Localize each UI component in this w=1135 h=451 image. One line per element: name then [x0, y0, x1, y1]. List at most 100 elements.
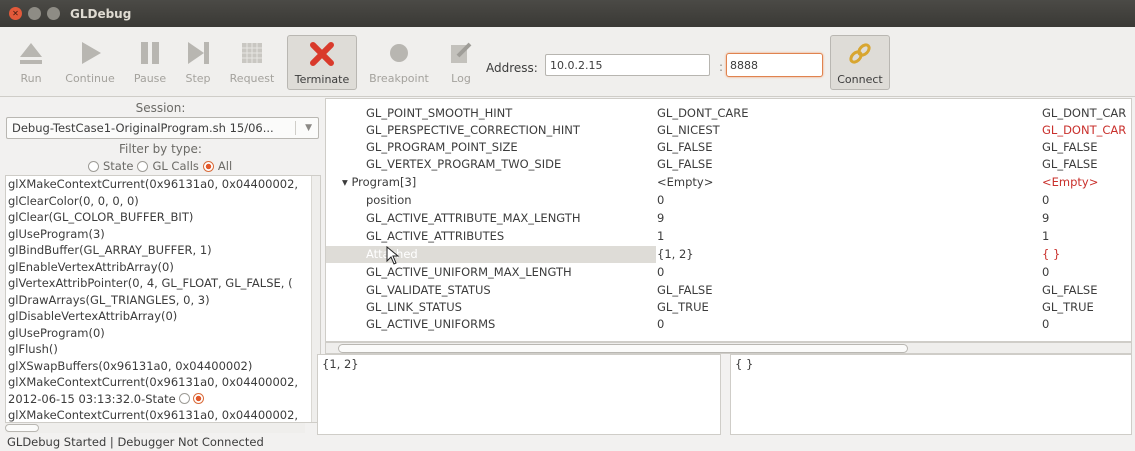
session-panel: Session: Debug-TestCase1-OriginalProgram…	[0, 98, 321, 434]
state-value: 9	[657, 211, 665, 225]
state-name: GL_ACTIVE_ATTRIBUTES	[366, 229, 505, 243]
list-item[interactable]: glUseProgram(3)	[6, 226, 320, 243]
eject-icon	[11, 38, 51, 68]
state-list-item[interactable]: 2012-06-15 03:13:32.0-State	[6, 391, 320, 408]
list-item[interactable]: glDrawArrays(GL_TRIANGLES, 0, 3)	[6, 292, 320, 309]
radio-all[interactable]	[202, 160, 214, 172]
port-input[interactable]	[726, 53, 823, 77]
state-name: GL_LINK_STATUS	[366, 300, 462, 314]
scroll-thumb[interactable]	[5, 424, 39, 432]
state-value: GL_DONT_CARE	[657, 106, 749, 120]
state-name: GL_POINT_SMOOTH_HINT	[366, 106, 513, 120]
state-value-compare: 9	[1042, 211, 1050, 225]
tree-row[interactable]: GL_LINK_STATUS GL_TRUE GL_TRUE	[326, 299, 1131, 316]
request-label: Request	[229, 72, 275, 85]
pause-label: Pause	[133, 72, 167, 85]
state-value-compare: 0	[1042, 317, 1050, 331]
step-button[interactable]: Step	[178, 35, 218, 90]
step-label: Step	[185, 72, 211, 85]
status-bar: GLDebug Started | Debugger Not Connected	[7, 435, 264, 449]
state-value-compare: GL_FALSE	[1042, 140, 1098, 154]
state-name: Program[3]	[351, 175, 417, 189]
tree-row[interactable]: GL_PERSPECTIVE_CORRECTION_HINT GL_NICEST…	[326, 122, 1131, 139]
tree-row[interactable]: GL_ACTIVE_UNIFORM_MAX_LENGTH 0 0	[326, 264, 1131, 281]
list-item[interactable]: glXMakeContextCurrent(0x96131a0, 0x04400…	[6, 374, 320, 391]
state-radio-off[interactable]	[178, 393, 190, 405]
list-item[interactable]: glClear(GL_COLOR_BUFFER_BIT)	[6, 209, 320, 226]
gl-calls-list[interactable]: glXMakeContextCurrent(0x96131a0, 0x04400…	[5, 175, 321, 423]
tree-row[interactable]: GL_VERTEX_PROGRAM_TWO_SIDE GL_FALSE GL_F…	[326, 156, 1131, 173]
breakpoint-label: Breakpoint	[369, 72, 429, 85]
scroll-thumb[interactable]	[338, 344, 908, 353]
state-value: GL_FALSE	[657, 157, 713, 171]
list-item[interactable]: glEnableVertexAttribArray(0)	[6, 259, 320, 276]
maximize-window-button[interactable]	[47, 7, 60, 20]
list-item[interactable]: glClearColor(0, 0, 0, 0)	[6, 193, 320, 210]
state-value: 0	[657, 265, 665, 279]
value-pane-compare[interactable]: { }	[730, 354, 1132, 435]
value-pane-current[interactable]: {1, 2}	[317, 354, 721, 435]
address-input[interactable]	[545, 54, 710, 76]
filter-radio-group: State GL Calls All	[88, 159, 232, 173]
state-name: GL_PROGRAM_POINT_SIZE	[366, 140, 518, 154]
pause-button[interactable]: Pause	[128, 35, 172, 90]
tree-row[interactable]: position 0 0	[326, 192, 1131, 209]
connect-label: Connect	[837, 73, 883, 86]
log-button[interactable]: Log	[443, 35, 479, 90]
radio-gl-calls[interactable]	[137, 160, 149, 172]
state-value-compare: { }	[1042, 247, 1061, 261]
terminate-button[interactable]: Terminate	[287, 35, 357, 90]
chevron-down-icon: ▼	[305, 123, 312, 133]
list-item[interactable]: glXMakeContextCurrent(0x96131a0, 0x04400…	[6, 176, 320, 193]
tree-row[interactable]: GL_ACTIVE_UNIFORMS 0 0	[326, 316, 1131, 333]
mouse-cursor-icon	[386, 246, 400, 265]
tree-row-selected[interactable]: Attached {1, 2} { }	[326, 246, 1131, 263]
tree-row[interactable]: GL_PROGRAM_POINT_SIZE GL_FALSE GL_FALSE	[326, 139, 1131, 156]
tree-row[interactable]: GL_ACTIVE_ATTRIBUTES 1 1	[326, 228, 1131, 245]
state-name: GL_VERTEX_PROGRAM_TWO_SIDE	[366, 157, 562, 171]
tree-row[interactable]: GL_POINT_SMOOTH_HINT GL_DONT_CARE GL_DON…	[326, 105, 1131, 122]
tree-horizontal-scrollbar[interactable]	[325, 342, 1132, 354]
state-value-compare: GL_DONT_CAR	[1042, 123, 1127, 137]
program-node[interactable]: ▾ Program[3]	[342, 174, 416, 191]
expander-triangle-icon[interactable]: ▾	[342, 175, 348, 189]
state-value-compare: <Empty>	[1042, 175, 1099, 189]
list-item[interactable]: glXSwapBuffers(0x96131a0, 0x04400002)	[6, 358, 320, 375]
radio-state[interactable]	[88, 160, 99, 172]
list-item[interactable]: glXMakeContextCurrent(0x96131a0, 0x04400…	[6, 407, 320, 422]
list-item[interactable]: glBindBuffer(GL_ARRAY_BUFFER, 1)	[6, 242, 320, 259]
address-label: Address:	[486, 61, 538, 75]
state-value-compare: 0	[1042, 193, 1050, 207]
state-radio-on[interactable]	[192, 393, 204, 405]
terminate-label: Terminate	[294, 73, 350, 86]
tree-row[interactable]: GL_ACTIVE_ATTRIBUTE_MAX_LENGTH 9 9	[326, 210, 1131, 227]
state-value: 0	[657, 317, 665, 331]
minimize-window-button[interactable]	[28, 7, 41, 20]
breakpoint-button[interactable]: Breakpoint	[364, 35, 434, 90]
state-value: <Empty>	[657, 175, 714, 189]
list-item[interactable]: glUseProgram(0)	[6, 325, 320, 342]
port-separator: :	[719, 60, 724, 74]
list-item[interactable]: glDisableVertexAttribArray(0)	[6, 308, 320, 325]
state-tree[interactable]: GL_POINT_SMOOTH_HINT GL_DONT_CARE GL_DON…	[325, 98, 1132, 342]
state-name: GL_ACTIVE_ATTRIBUTE_MAX_LENGTH	[366, 211, 581, 225]
combo-separator	[295, 121, 296, 135]
request-button[interactable]: Request	[222, 35, 282, 90]
tree-row-program[interactable]: ▾ Program[3] <Empty> <Empty>	[326, 174, 1131, 191]
session-select[interactable]: Debug-TestCase1-OriginalProgram.sh 15/06…	[6, 117, 319, 139]
list-item[interactable]: glVertexAttribPointer(0, 4, GL_FLOAT, GL…	[6, 275, 320, 292]
run-label: Run	[20, 72, 42, 85]
continue-button[interactable]: Continue	[58, 35, 122, 90]
list-item[interactable]: glFlush()	[6, 341, 320, 358]
breakpoint-circle-icon	[379, 38, 419, 68]
close-window-button[interactable]: ✕	[9, 7, 22, 20]
state-value-compare: GL_FALSE	[1042, 157, 1098, 171]
radio-state-label: State	[103, 159, 134, 173]
state-value: GL_TRUE	[657, 300, 709, 314]
run-button[interactable]: Run	[8, 35, 54, 90]
state-name: position	[366, 193, 412, 207]
calls-horizontal-scrollbar[interactable]	[5, 423, 305, 433]
tree-row[interactable]: GL_VALIDATE_STATUS GL_FALSE GL_FALSE	[326, 282, 1131, 299]
pause-icon	[130, 38, 170, 68]
connect-button[interactable]: Connect	[830, 35, 890, 90]
